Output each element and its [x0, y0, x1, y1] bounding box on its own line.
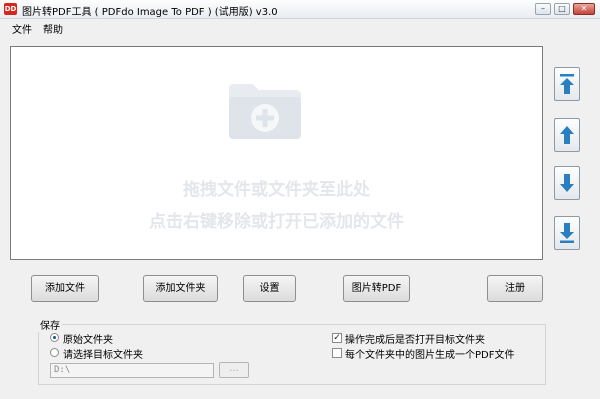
original-folder-radio[interactable] [50, 333, 59, 342]
menu-file[interactable]: 文件 [12, 21, 32, 36]
open-folder-checkbox[interactable]: ✓ [332, 333, 342, 343]
window-title: 图片转PDF工具 ( PDFdo Image To PDF ) (试用版) v3… [22, 7, 278, 18]
move-to-bottom-button[interactable] [554, 216, 580, 250]
choose-folder-radio[interactable] [50, 348, 59, 357]
menu-help[interactable]: 帮助 [43, 21, 63, 36]
add-file-button[interactable]: 添加文件 [31, 275, 99, 302]
save-group-label: 保存 [38, 317, 62, 332]
move-down-button[interactable] [554, 166, 580, 200]
move-to-top-icon [560, 74, 574, 94]
target-folder-input[interactable]: D:\ [50, 363, 214, 378]
drop-hint: 拖拽文件或文件夹至此处 [183, 180, 370, 200]
choose-folder-label[interactable]: 请选择目标文件夹 [63, 346, 143, 361]
original-folder-label[interactable]: 原始文件夹 [63, 331, 113, 346]
per-folder-pdf-label[interactable]: 每个文件夹中的图片生成一个PDF文件 [345, 346, 514, 361]
minimize-button[interactable]: – [535, 3, 551, 15]
app-logo-icon: DD [4, 3, 17, 15]
convert-to-pdf-button[interactable]: 图片转PDF [343, 275, 410, 302]
move-up-button[interactable] [554, 118, 580, 152]
move-up-icon [560, 126, 574, 144]
close-button[interactable]: ✕ [573, 3, 595, 15]
move-to-bottom-icon [560, 223, 574, 243]
browse-folder-button[interactable]: ... [219, 362, 249, 378]
add-folder-button[interactable]: 添加文件夹 [143, 275, 218, 302]
folder-add-icon [229, 84, 301, 139]
menu-bar: 文件 帮助 [0, 19, 600, 36]
move-down-icon [560, 174, 574, 192]
maximize-button[interactable]: □ [554, 3, 570, 15]
register-button[interactable]: 注册 [487, 275, 543, 302]
title-bar[interactable]: DD 图片转PDF工具 ( PDFdo Image To PDF ) (试用版)… [0, 0, 600, 19]
move-to-top-button[interactable] [554, 67, 580, 101]
file-drop-area[interactable]: 拖拽文件或文件夹至此处 点击右键移除或打开已添加的文件 [10, 46, 543, 260]
settings-button[interactable]: 设置 [243, 275, 296, 302]
per-folder-pdf-checkbox[interactable] [332, 348, 342, 358]
open-folder-label[interactable]: 操作完成后是否打开目标文件夹 [345, 331, 485, 346]
remove-hint: 点击右键移除或打开已添加的文件 [149, 212, 404, 232]
